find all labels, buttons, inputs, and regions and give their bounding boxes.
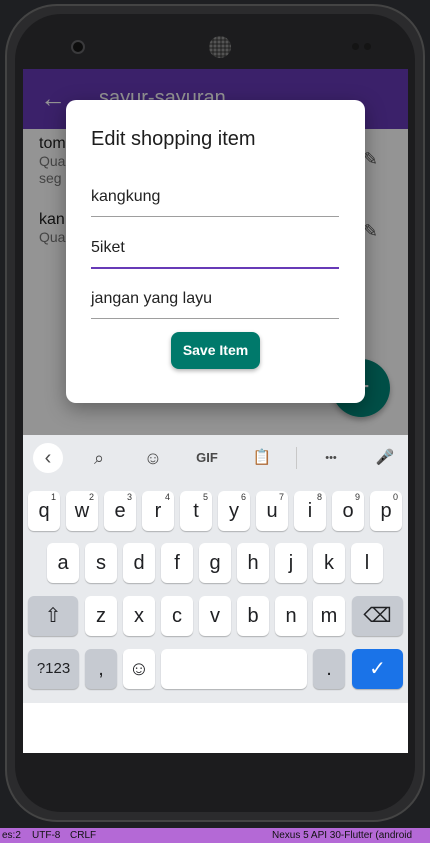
clipboard-icon[interactable]: 📋: [247, 443, 277, 473]
enter-check-icon[interactable]: ✓: [352, 649, 403, 689]
toolbar-divider: [296, 447, 297, 469]
item-note-value: jangan yang layu: [91, 290, 212, 307]
item-name-field[interactable]: kangkung: [91, 188, 339, 217]
key-u[interactable]: u7: [256, 491, 288, 531]
item-name-value: kangkung: [91, 188, 161, 205]
key-m[interactable]: m: [313, 596, 345, 636]
gif-icon[interactable]: GIF: [192, 443, 222, 473]
sensor-icon: [364, 43, 371, 50]
chevron-left-icon[interactable]: ‹: [33, 443, 63, 473]
key-a[interactable]: a: [47, 543, 79, 583]
key-comma[interactable]: ,: [85, 649, 117, 689]
soft-keyboard: ‹ ⌕ ☺ GIF 📋 ••• 🎤 q1 w2 e3 r4 t5 y6 u7 i…: [23, 435, 408, 703]
key-e[interactable]: e3: [104, 491, 136, 531]
key-s[interactable]: s: [85, 543, 117, 583]
key-g[interactable]: g: [199, 543, 231, 583]
speaker-grille-icon: [209, 36, 231, 58]
key-j[interactable]: j: [275, 543, 307, 583]
key-v[interactable]: v: [199, 596, 231, 636]
key-c[interactable]: c: [161, 596, 193, 636]
sticker-icon[interactable]: ☺: [138, 443, 168, 473]
backspace-icon[interactable]: ⌫: [352, 596, 403, 636]
sensor-icon: [352, 43, 359, 50]
key-o[interactable]: o9: [332, 491, 364, 531]
item-note-field[interactable]: jangan yang layu: [91, 290, 339, 319]
mic-icon[interactable]: 🎤: [370, 443, 400, 473]
key-t[interactable]: t5: [180, 491, 212, 531]
ide-device[interactable]: Nexus 5 API 30-Flutter (android: [272, 828, 412, 843]
key-w[interactable]: w2: [66, 491, 98, 531]
save-item-button[interactable]: Save Item: [171, 332, 260, 369]
space-bar[interactable]: [161, 649, 307, 689]
more-icon[interactable]: •••: [316, 443, 346, 473]
key-b[interactable]: b: [237, 596, 269, 636]
key-k[interactable]: k: [313, 543, 345, 583]
key-y[interactable]: y6: [218, 491, 250, 531]
edit-item-dialog: Edit shopping item kangkung 5iket jangan…: [66, 100, 365, 403]
key-f[interactable]: f: [161, 543, 193, 583]
nav-bar-area: [23, 703, 408, 753]
ide-line-ending[interactable]: CRLF: [70, 828, 96, 843]
symbols-key[interactable]: ?123: [28, 649, 79, 689]
key-n[interactable]: n: [275, 596, 307, 636]
shift-icon[interactable]: ⇧: [28, 596, 78, 636]
device-screen: ← sayur-sayuran tom Qua seg ✎ kan Qua ✎ …: [23, 69, 408, 753]
key-h[interactable]: h: [237, 543, 269, 583]
key-d[interactable]: d: [123, 543, 155, 583]
key-r[interactable]: r4: [142, 491, 174, 531]
ide-status-left: es:2: [2, 830, 21, 841]
key-l[interactable]: l: [351, 543, 383, 583]
key-q[interactable]: q1: [28, 491, 60, 531]
search-icon[interactable]: ⌕: [84, 443, 114, 473]
emoji-icon[interactable]: ☺: [123, 649, 155, 689]
key-z[interactable]: z: [85, 596, 117, 636]
ide-status-bar: es:2 UTF-8 CRLF Nexus 5 API 30-Flutter (…: [0, 828, 430, 843]
key-i[interactable]: i8: [294, 491, 326, 531]
item-quantity-field[interactable]: 5iket: [91, 239, 339, 269]
dialog-title: Edit shopping item: [91, 128, 256, 150]
keyboard-toolbar: ‹ ⌕ ☺ GIF 📋 ••• 🎤: [23, 435, 408, 481]
key-period[interactable]: .: [313, 649, 345, 689]
item-quantity-value: 5iket: [91, 239, 125, 256]
key-p[interactable]: p0: [370, 491, 402, 531]
ide-encoding[interactable]: UTF-8: [32, 828, 60, 843]
key-x[interactable]: x: [123, 596, 155, 636]
front-camera-icon: [71, 40, 85, 54]
